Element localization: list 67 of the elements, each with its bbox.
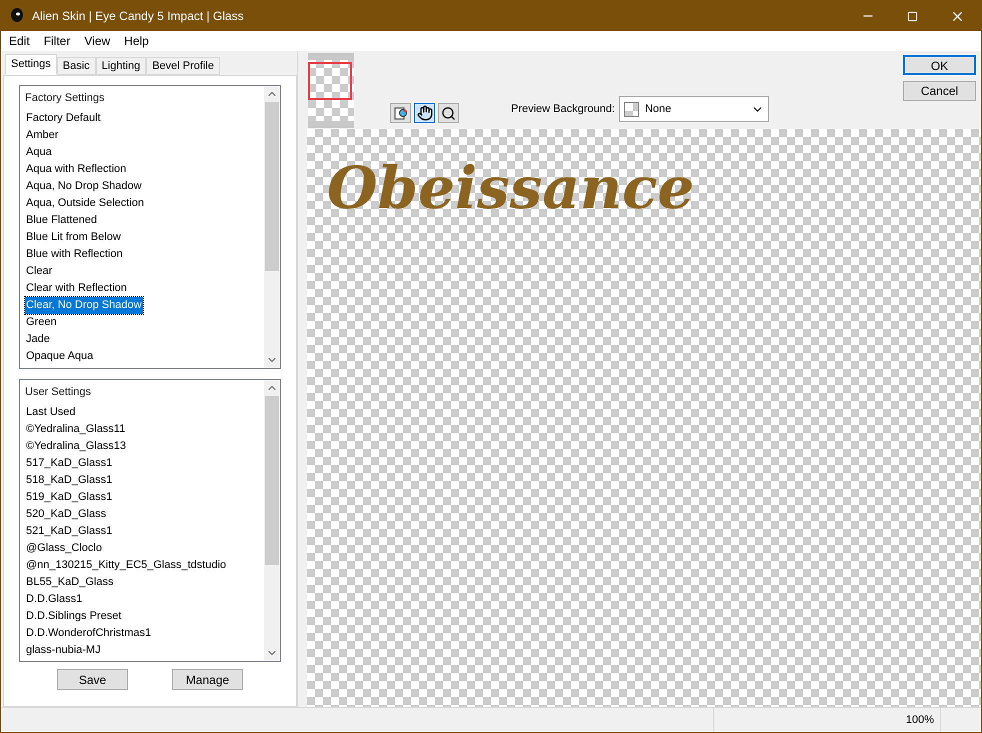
settings-list[interactable] xyxy=(19,379,281,662)
tool-button[interactable] xyxy=(438,103,459,123)
list-item[interactable]: 519_KaD_Glass1 xyxy=(25,489,114,506)
dialog-button[interactable]: OK xyxy=(903,55,976,75)
list-header: Factory Settings xyxy=(25,91,106,106)
tool-button[interactable] xyxy=(390,103,411,123)
list-item[interactable]: Last Used xyxy=(25,404,77,421)
tab[interactable]: Bevel Profile xyxy=(146,57,220,75)
list-item[interactable]: Green xyxy=(25,314,58,331)
list-item[interactable]: Jade xyxy=(25,331,51,348)
tab[interactable]: Basic xyxy=(56,57,96,75)
compare-icon xyxy=(392,105,408,121)
scroll-thumb[interactable] xyxy=(265,102,279,272)
settings-button[interactable]: Manage xyxy=(172,669,243,690)
list-item[interactable]: 520_KaD_Glass xyxy=(25,506,108,523)
menu-item[interactable]: Help xyxy=(124,32,149,50)
list-item[interactable]: Blue Lit from Below xyxy=(25,229,122,246)
list-item[interactable]: Blue with Reflection xyxy=(25,246,124,263)
zoom-icon xyxy=(441,106,456,120)
list-item[interactable]: ©Yedralina_Glass13 xyxy=(25,438,128,455)
menu-item[interactable]: Edit xyxy=(9,32,30,50)
list-item[interactable]: Blue Flattened xyxy=(25,212,98,229)
list-item[interactable]: Clear xyxy=(25,263,54,280)
list-item[interactable]: Aqua xyxy=(25,144,53,161)
list-item[interactable]: 517_KaD_Glass1 xyxy=(25,455,114,472)
tab[interactable]: Lighting xyxy=(96,57,146,75)
checker-swatch-icon xyxy=(624,102,639,116)
scrollbar[interactable] xyxy=(264,86,280,368)
settings-list[interactable] xyxy=(19,85,281,369)
zoom-level: 100% xyxy=(900,708,941,732)
scrollbar[interactable] xyxy=(264,380,280,661)
window-title: Alien Skin | Eye Candy 5 Impact | Glass xyxy=(32,8,244,25)
menu-item[interactable]: Filter xyxy=(44,32,70,50)
list-header: User Settings xyxy=(25,385,92,400)
list-item[interactable]: Opaque Aqua xyxy=(25,348,94,365)
menu-item[interactable]: View xyxy=(84,32,110,50)
list-item[interactable]: D.D.Glass1 xyxy=(25,591,84,608)
list-item[interactable]: Clear with Reflection xyxy=(25,280,128,297)
scroll-thumb[interactable] xyxy=(265,396,279,565)
view-rectangle[interactable] xyxy=(308,62,352,100)
list-item[interactable]: D.D.Siblings Preset xyxy=(25,608,122,625)
list-item[interactable]: Amber xyxy=(25,127,60,144)
hand-icon xyxy=(416,105,432,121)
alien-head-icon xyxy=(10,8,24,24)
list-item[interactable]: ©Yedralina_Glass11 xyxy=(25,421,126,438)
list-item[interactable]: @nn_130215_Kitty_EC5_Glass_tdstudio xyxy=(25,557,228,574)
list-item[interactable]: Factory Default xyxy=(25,110,102,127)
tab[interactable]: Settings xyxy=(5,54,57,75)
maximize-icon[interactable] xyxy=(907,10,918,22)
dialog-button[interactable]: Cancel xyxy=(903,81,976,101)
list-item[interactable]: D.D.WonderofChristmas1 xyxy=(25,625,152,642)
list-item[interactable]: Aqua, No Drop Shadow xyxy=(25,178,143,195)
preview-text: Obeissance xyxy=(327,154,694,222)
dropdown-value: None xyxy=(644,102,672,117)
list-item[interactable]: glass-nubia-MJ xyxy=(25,642,102,659)
list-item[interactable]: Clear, No Drop Shadow xyxy=(25,297,143,314)
background-dropdown[interactable]: None xyxy=(618,96,769,122)
list-item[interactable]: 518_KaD_Glass1 xyxy=(25,472,114,489)
list-item[interactable]: Aqua, Outside Selection xyxy=(25,195,146,212)
navigator-thumbnail[interactable] xyxy=(308,53,354,128)
list-item[interactable]: 521_KaD_Glass1 xyxy=(25,523,114,540)
tool-button[interactable] xyxy=(414,103,435,123)
list-item[interactable]: BL55_KaD_Glass xyxy=(25,574,114,591)
list-item[interactable]: @Glass_Cloclo xyxy=(25,540,103,557)
settings-button[interactable]: Save xyxy=(57,669,128,690)
list-item[interactable]: Aqua with Reflection xyxy=(25,161,128,178)
field-label: Preview Background: xyxy=(511,102,615,117)
